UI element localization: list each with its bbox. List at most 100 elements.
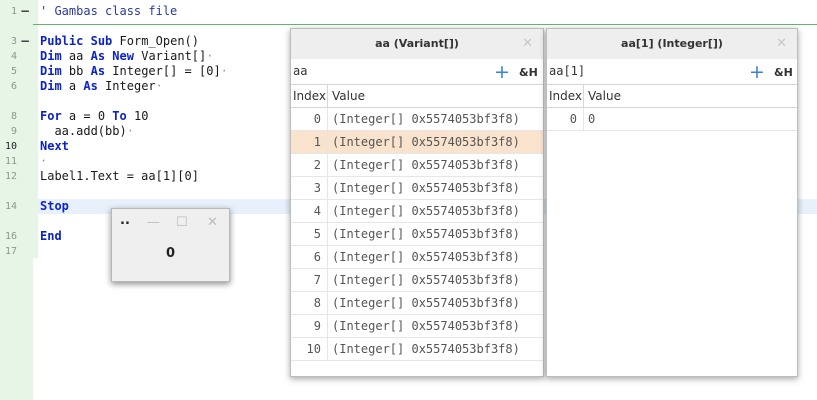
header-separator [33,24,817,25]
panel-title: aa[1] (Integer[]) [621,37,723,50]
whitespace-marker: · [126,124,134,138]
code-text: Label1.Text = aa[1][0] [40,169,199,183]
panel-title-bar[interactable]: aa (Variant[]) ✕ [291,29,543,59]
line-number: 12 [4,171,17,182]
line-number: 3 [10,36,17,47]
row-value: (Integer[] 0x5574053bf3f8) [332,135,520,149]
code-text: Variant[] [141,49,207,63]
keyword: As [90,49,106,63]
table-header: Index Value [547,85,797,108]
line-number: 10 [4,141,17,152]
row-value: (Integer[] 0x5574053bf3f8) [332,342,520,356]
table-row[interactable]: 00 [547,108,797,131]
row-value: (Integer[] 0x5574053bf3f8) [332,204,520,218]
fold-toggle[interactable]: − [20,4,30,19]
keyword: As [90,64,106,78]
whitespace-marker: · [220,64,228,78]
line-number: 4 [10,51,17,62]
hex-toggle-button[interactable]: &H [774,66,793,79]
column-header-index[interactable]: Index [291,85,328,107]
row-value: (Integer[] 0x5574053bf3f8) [332,296,520,310]
column-header-value[interactable]: Value [584,85,621,107]
code-line-14[interactable]: Stop [40,199,69,214]
row-index: 0 [291,108,328,130]
code-line-10[interactable]: Next [40,139,69,154]
expression-field[interactable]: aa[1] [549,64,585,78]
code-line-4[interactable]: Dim aa As New Variant[]· [40,49,213,64]
keyword: Dim [40,64,62,78]
line-number: 16 [4,231,17,242]
close-icon[interactable]: ✕ [207,215,218,230]
table-header: Index Value [291,85,543,108]
keyword: Next [40,139,69,153]
expression-bar: aa[1] + &H [547,59,797,85]
add-watch-icon[interactable]: + [749,60,765,84]
keyword: To [112,109,127,123]
table-row[interactable]: 3 (Integer[] 0x5574053bf3f8) [291,177,543,200]
table-row[interactable]: 2 (Integer[] 0x5574053bf3f8) [291,154,543,177]
whitespace-marker: · [206,49,214,63]
table-row[interactable]: 10 (Integer[] 0x5574053bf3f8) [291,338,543,361]
line-number: 6 [10,81,17,92]
code-text: Integer[] = [0] [112,64,221,78]
code-text: 10 [133,109,149,123]
code-line-16[interactable]: End [40,229,62,244]
hex-toggle-button[interactable]: &H [519,66,538,79]
table-row[interactable]: 7 (Integer[] 0x5574053bf3f8) [291,269,543,292]
table-row[interactable]: 6 (Integer[] 0x5574053bf3f8) [291,246,543,269]
table-row[interactable]: 1 (Integer[] 0x5574053bf3f8) [291,131,543,154]
close-icon[interactable]: ✕ [776,29,787,59]
row-index: 9 [291,315,328,337]
minimize-icon[interactable]: — [147,215,160,230]
panel-title-bar[interactable]: aa[1] (Integer[]) ✕ [547,29,797,59]
keyword: Public [40,34,84,48]
row-value: (Integer[] 0x5574053bf3f8) [332,273,520,287]
code-line-12[interactable]: Label1.Text = aa[1][0] [40,169,199,184]
line-number: 14 [4,201,17,212]
add-watch-icon[interactable]: + [494,60,510,84]
debug-panel-aa1[interactable]: aa[1] (Integer[]) ✕ aa[1] + &H Index Val… [546,28,798,377]
row-value: (Integer[] 0x5574053bf3f8) [332,158,520,172]
column-header-index[interactable]: Index [547,85,584,107]
row-index: 7 [291,269,328,291]
row-index: 5 [291,223,328,245]
label1: 0 [165,246,176,261]
table-row[interactable]: 5 (Integer[] 0x5574053bf3f8) [291,223,543,246]
code-line-1[interactable]: ' Gambas class file [40,4,177,19]
keyword: End [40,229,62,243]
row-index: 4 [291,200,328,222]
code-line-5[interactable]: Dim bb As Integer[] = [0]· [40,64,228,79]
row-index: 1 [291,131,328,153]
debug-panel-aa[interactable]: aa (Variant[]) ✕ aa + &H Index Value 0 (I… [290,28,544,377]
table-row[interactable]: 9 (Integer[] 0x5574053bf3f8) [291,315,543,338]
table-row[interactable]: 0 (Integer[] 0x5574053bf3f8) [291,108,543,131]
comment-text: ' Gambas class file [40,4,178,18]
whitespace-marker: · [155,79,163,93]
code-line-6[interactable]: Dim a As Integer· [40,79,163,94]
code-line-11[interactable]: · [40,154,47,169]
keyword: Dim [40,79,62,93]
code-text: a [68,79,77,93]
keyword: As [83,79,98,93]
row-index: 8 [291,292,328,314]
column-header-value[interactable]: Value [328,85,365,107]
expression-field[interactable]: aa [293,64,307,78]
row-index: 2 [291,154,328,176]
line-number: 11 [4,156,17,167]
table-row[interactable]: 4 (Integer[] 0x5574053bf3f8) [291,200,543,223]
close-icon[interactable]: ✕ [522,29,533,59]
code-text: aa [68,49,84,63]
fold-toggle[interactable]: − [20,34,30,49]
code-line-9[interactable]: aa.add(bb)· [40,124,134,139]
keyword: Dim [40,49,62,63]
maximize-icon[interactable]: ☐ [176,215,188,230]
table-row[interactable]: 8 (Integer[] 0x5574053bf3f8) [291,292,543,315]
form-window[interactable]: .. — ☐ ✕ 0 [111,208,230,282]
keyword: New [112,49,134,63]
code-line-3[interactable]: Public Sub Form_Open() [40,34,199,49]
whitespace-marker: · [40,154,48,168]
keyword: Stop [40,199,69,213]
code-line-8[interactable]: For a = 0 To 10 [40,109,148,124]
line-number: 17 [4,246,17,257]
line-number: 5 [10,66,17,77]
